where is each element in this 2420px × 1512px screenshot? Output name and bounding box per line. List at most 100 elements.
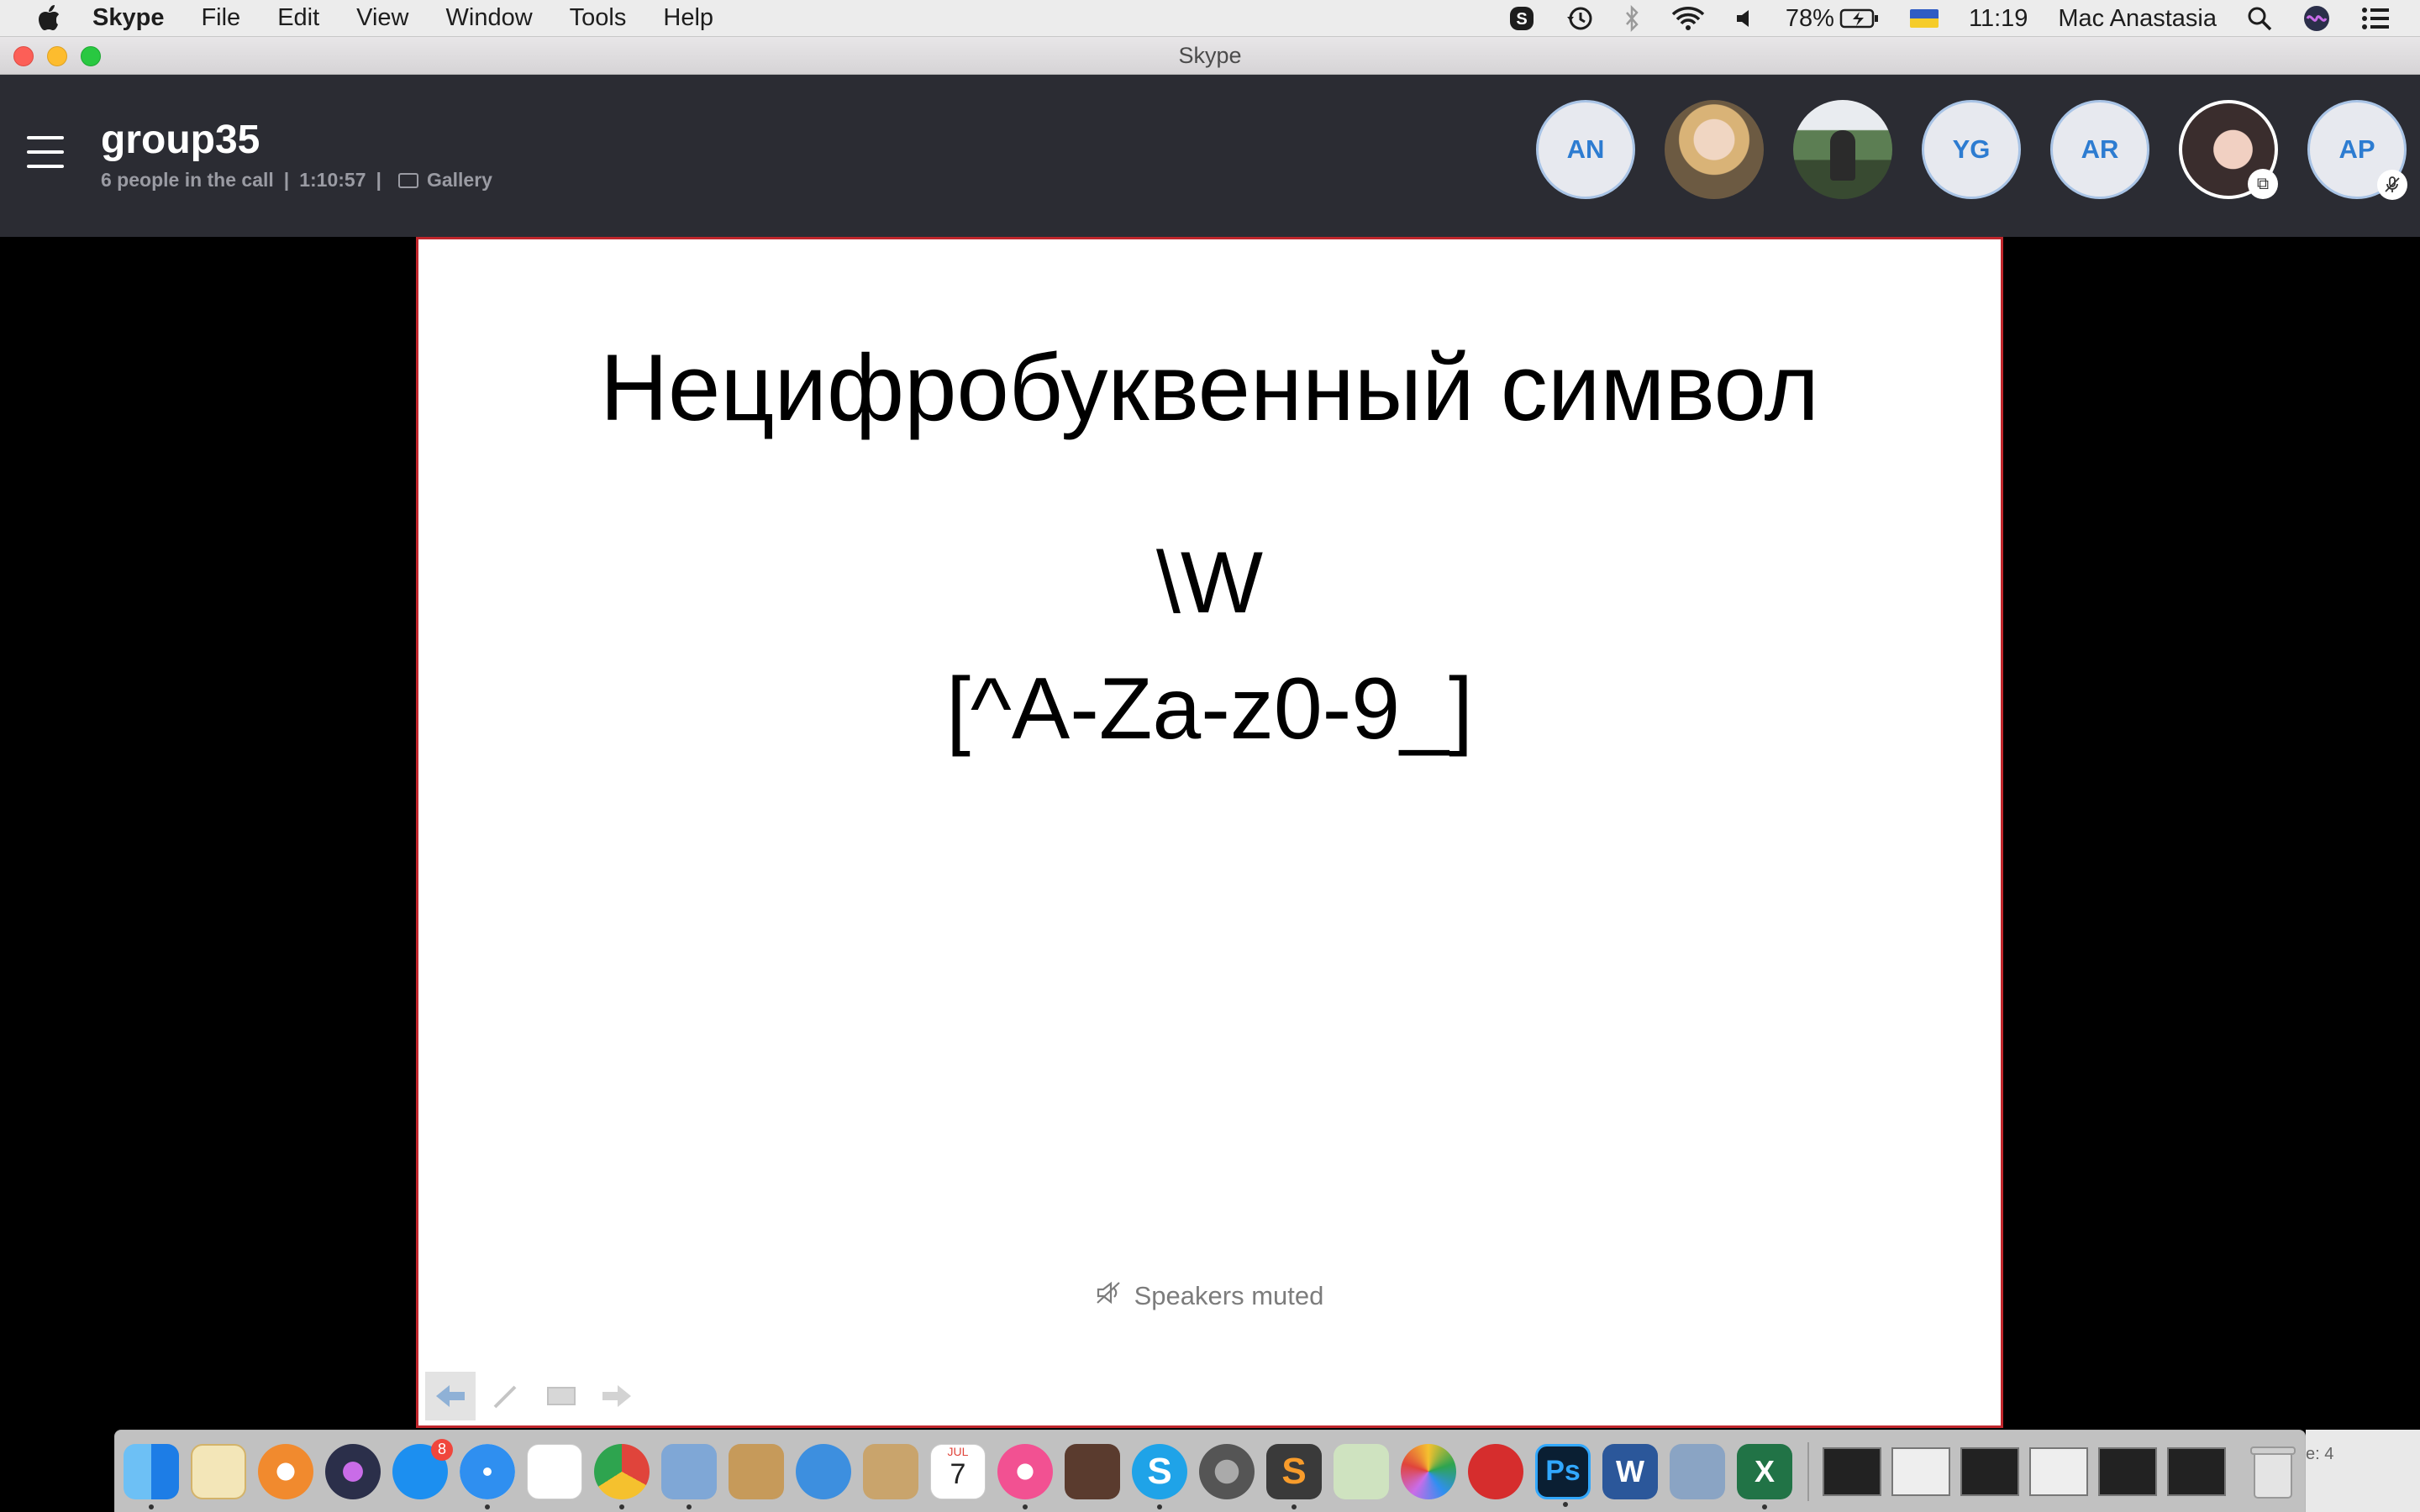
slide-regex-class: [^A-Za-z0-9_]	[946, 660, 1473, 758]
contacts-icon[interactable]	[863, 1443, 918, 1499]
notification-center-icon[interactable]	[2361, 7, 2390, 30]
creative-cloud-icon[interactable]	[1468, 1443, 1523, 1499]
apple-menu-icon[interactable]	[30, 0, 67, 37]
pen-tool-button[interactable]	[481, 1372, 531, 1420]
menu-view[interactable]: View	[356, 4, 408, 32]
next-slide-button[interactable]	[592, 1372, 642, 1420]
skype-status-icon[interactable]: S	[1508, 5, 1535, 32]
photos-icon[interactable]	[1401, 1443, 1456, 1499]
participant-avatar-photo[interactable]	[1665, 100, 1764, 199]
spotlight-search-icon[interactable]	[2247, 6, 2272, 31]
participant-avatar-an[interactable]: AN	[1536, 100, 1635, 199]
safari-icon[interactable]	[460, 1443, 515, 1509]
shared-screen-slide: Нецифробуквенный символ \W [^A-Za-z0-9_]…	[416, 237, 2003, 1428]
calendar-day: 7	[950, 1457, 966, 1490]
slide-regex-shorthand: \W	[1155, 534, 1264, 632]
menu-edit[interactable]: Edit	[277, 4, 319, 32]
menu-hamburger-icon[interactable]	[27, 136, 64, 168]
separator: |	[376, 169, 381, 191]
gallery-icon[interactable]	[397, 172, 418, 188]
battery-status[interactable]: 78%	[1786, 5, 1880, 33]
participant-avatar-photo[interactable]	[1793, 100, 1892, 199]
window-title-bar: Skype	[0, 37, 2420, 75]
call-info: 6 people in the call | 1:10:57 | Gallery	[101, 169, 492, 192]
minimized-window-thumbnail[interactable]	[2167, 1446, 2226, 1496]
participant-avatar-presenter[interactable]: ⧉	[2179, 100, 2278, 199]
window-controls	[13, 46, 114, 66]
siri-icon[interactable]	[2302, 4, 2331, 33]
window-title: Skype	[1178, 42, 1242, 68]
menu-app-name[interactable]: Skype	[92, 4, 164, 32]
launchpad-icon[interactable]	[527, 1443, 582, 1499]
bluetooth-icon[interactable]	[1624, 5, 1641, 32]
cyberduck-icon[interactable]	[796, 1443, 851, 1499]
wifi-icon[interactable]	[1671, 6, 1705, 31]
separator: |	[283, 169, 290, 191]
battery-charging-icon	[1839, 8, 1878, 29]
participant-list: AN YG AR ⧉ AP	[1507, 100, 2407, 200]
slide-controls	[425, 1372, 647, 1420]
slide-title: Нецифробуквенный символ	[600, 335, 1819, 440]
chrome-icon[interactable]	[594, 1443, 650, 1509]
minimized-window-thumbnail[interactable]	[2098, 1446, 2157, 1496]
muted-mic-icon	[2377, 170, 2407, 200]
menu-bar: Skype File Edit View Window Tools Help S…	[0, 0, 2420, 37]
minimized-window-thumbnail[interactable]	[2029, 1446, 2088, 1496]
origin-icon[interactable]	[258, 1443, 313, 1499]
call-duration: 1:10:57	[299, 169, 366, 191]
word-icon[interactable]: W	[1602, 1443, 1658, 1499]
minimize-window-button[interactable]	[47, 46, 67, 66]
menu-tools[interactable]: Tools	[570, 4, 627, 32]
system-preferences-icon[interactable]	[1199, 1443, 1255, 1499]
minimized-window-thumbnail[interactable]	[1960, 1446, 2019, 1496]
photoshop-icon[interactable]: Ps	[1535, 1443, 1591, 1507]
user-name[interactable]: Mac Anastasia	[2058, 5, 2217, 33]
speaker-muted-icon	[1096, 1281, 1123, 1311]
menu-file[interactable]: File	[201, 4, 240, 32]
maps-icon[interactable]	[1334, 1443, 1389, 1499]
group-title: group35	[101, 118, 260, 162]
battery-percent: 78%	[1785, 4, 1834, 32]
calendar-month: JUL	[947, 1444, 969, 1458]
minimized-window-thumbnail[interactable]	[1891, 1446, 1950, 1496]
participant-initials: AP	[2338, 134, 2375, 164]
excel-icon[interactable]: X	[1737, 1443, 1792, 1509]
speakers-muted-status: Speakers muted	[418, 1281, 2001, 1311]
clock[interactable]: 11:19	[1969, 5, 2028, 33]
trash-icon[interactable]	[2248, 1444, 2298, 1499]
participant-avatar-yg[interactable]: YG	[1922, 100, 2021, 199]
sublime-text-icon[interactable]: S	[1266, 1443, 1322, 1509]
image-capture-icon[interactable]	[1670, 1443, 1725, 1499]
participant-avatar-ap[interactable]: AP	[2307, 100, 2407, 200]
background-window-text: e: 4	[2306, 1445, 2334, 1463]
volume-icon[interactable]	[1735, 8, 1755, 29]
archive-utility-icon[interactable]	[729, 1443, 784, 1499]
minimized-window-thumbnail[interactable]	[1823, 1446, 1881, 1496]
menu-help[interactable]: Help	[663, 4, 713, 32]
dock: 8 JUL 7 S S Ps W X	[114, 1430, 2306, 1512]
screen-share-icon: ⧉	[2248, 169, 2278, 199]
participant-avatar-ar[interactable]: AR	[2050, 100, 2149, 199]
view-mode-gallery[interactable]: Gallery	[427, 169, 492, 192]
preview-icon[interactable]	[661, 1443, 717, 1509]
close-window-button[interactable]	[13, 46, 34, 66]
slide-menu-button[interactable]	[536, 1372, 587, 1420]
itunes-icon[interactable]	[997, 1443, 1053, 1509]
skype-app-icon[interactable]: S	[1132, 1443, 1187, 1509]
background-window-peek: e: 4	[2306, 1430, 2420, 1512]
calendar-icon[interactable]: JUL 7	[930, 1443, 986, 1499]
menu-window[interactable]: Window	[446, 4, 533, 32]
dock-divider	[1807, 1441, 1809, 1501]
finder-icon[interactable]	[124, 1443, 179, 1509]
input-source-flag-icon[interactable]	[1909, 9, 1939, 28]
photo-booth-icon[interactable]	[1065, 1443, 1120, 1499]
previous-slide-button[interactable]	[425, 1372, 476, 1420]
app-store-icon[interactable]: 8	[392, 1438, 453, 1499]
siri-app-icon[interactable]	[325, 1443, 381, 1499]
speakers-muted-label: Speakers muted	[1134, 1281, 1324, 1310]
svg-text:S: S	[1516, 10, 1527, 29]
textedit-icon[interactable]	[191, 1443, 246, 1499]
fullscreen-window-button[interactable]	[81, 46, 101, 66]
time-machine-icon[interactable]	[1565, 5, 1594, 32]
app-store-badge: 8	[431, 1438, 453, 1461]
